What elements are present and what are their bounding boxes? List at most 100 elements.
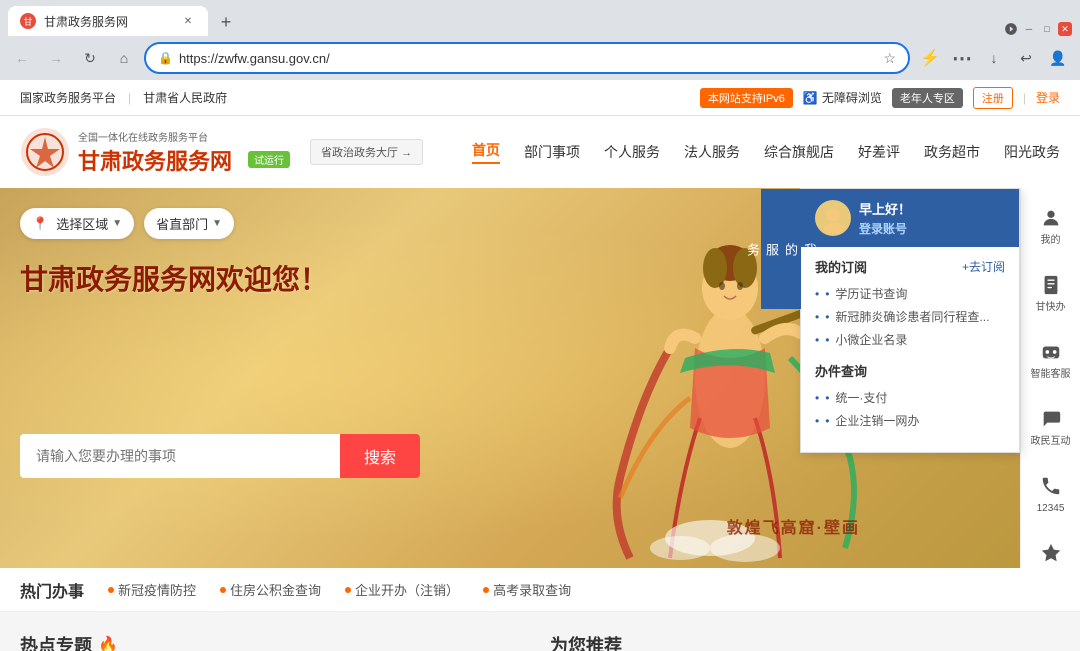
hot-item-3[interactable]: 高考录取查询 [483, 580, 571, 599]
recommend-title: 为您推荐 [550, 632, 1060, 651]
barrier-free-icon: ♿ [803, 91, 818, 105]
download-icon[interactable]: ↓ [980, 44, 1008, 72]
new-tab-button[interactable]: + [212, 8, 240, 36]
service-item-ganquban[interactable]: 甘快办 [1021, 263, 1080, 322]
case-item[interactable]: •统一·支付 [815, 386, 1005, 409]
order-item[interactable]: •小微企业名录 [815, 328, 1005, 351]
my-services-popup: 我的服务 早上好！ 登录账号 我的 [800, 188, 1020, 453]
case-section-header: 办件查询 [815, 361, 1005, 380]
phone-icon [1037, 472, 1065, 500]
popup-login-link[interactable]: 登录账号 [859, 220, 911, 237]
address-input-wrap[interactable]: 🔒 https://zwfw.gansu.gov.cn/ ☆ [144, 42, 910, 74]
orders-section-header: 我的订阅 +去订阅 [815, 257, 1005, 276]
address-bar: ← → ↻ ⌂ 🔒 https://zwfw.gansu.gov.cn/ ☆ ⚡… [0, 36, 1080, 80]
popup-body: 我的订阅 +去订阅 •学历证书查询 •新冠肺炎确诊患者同行程查... •小微企业… [801, 247, 1019, 452]
star-icon [1037, 539, 1065, 567]
service-ganquban-label: 甘快办 [1036, 302, 1066, 314]
search-input[interactable] [20, 434, 340, 478]
address-url[interactable]: https://zwfw.gansu.gov.cn/ [179, 51, 877, 66]
nav-legal[interactable]: 法人服务 [684, 142, 740, 162]
service-item-favorite[interactable]: 收藏 [1021, 531, 1080, 568]
tab-title: 甘肃政务服务网 [44, 13, 172, 30]
location-dropdown[interactable]: 📍 选择区域 ▼ [20, 208, 134, 239]
logo-subtitle: 全国一体化在线政务服务平台 [78, 129, 290, 144]
logo-area: 全国一体化在线政务服务平台 甘肃政务服务网 试运行 省政治政务大厅 → [20, 127, 423, 177]
extensions-icon[interactable]: ⚡ [916, 44, 944, 72]
case-item[interactable]: •企业注销一网办 [815, 409, 1005, 432]
ai-icon [1037, 338, 1065, 366]
service-item-mine[interactable]: 我的 [1021, 196, 1080, 255]
service-mine-label: 我的 [1041, 235, 1061, 247]
order-item[interactable]: •学历证书查询 [815, 282, 1005, 305]
hot-item-0[interactable]: 新冠疫情防控 [108, 580, 196, 599]
nav-personal[interactable]: 个人服务 [604, 142, 660, 162]
refresh-button[interactable]: ↻ [76, 44, 104, 72]
orders-list: •学历证书查询 •新冠肺炎确诊患者同行程查... •小微企业名录 [815, 282, 1005, 351]
hot-item-1[interactable]: 住房公积金查询 [220, 580, 321, 599]
order-item[interactable]: •新冠肺炎确诊患者同行程查... [815, 305, 1005, 328]
hero-controls: 📍 选择区域 ▼ 省直部门 ▼ [20, 208, 234, 239]
search-bar: 搜索 [20, 434, 420, 478]
national-platform-link[interactable]: 国家政务服务平台 [20, 89, 116, 106]
secure-icon: 🔒 [158, 51, 173, 65]
browser-settings-icon[interactable] [1004, 22, 1018, 36]
service-12345-label: 12345 [1037, 503, 1065, 515]
logo-text-wrap: 全国一体化在线政务服务平台 甘肃政务服务网 试运行 [78, 129, 290, 176]
nav-sunshine[interactable]: 阳光政务 [1004, 142, 1060, 162]
hero-section: 敦煌飞高窟·壁画 📍 选择区域 ▼ 省直部门 ▼ 甘肃政务 [0, 188, 1080, 568]
cases-list: •统一·支付 •企业注销一网办 [815, 386, 1005, 432]
interaction-icon [1037, 405, 1065, 433]
gov-hall-link[interactable]: 省政治政务大厅 → [310, 139, 423, 165]
mine-icon [1037, 204, 1065, 232]
close-button[interactable]: ✕ [1058, 22, 1072, 36]
home-button[interactable]: ⌂ [110, 44, 138, 72]
search-button[interactable]: 搜索 [340, 434, 420, 478]
toolbar-right: ⚡ ⋯ ↓ ↩ 👤 [916, 44, 1072, 72]
service-item-12345[interactable]: 12345 [1021, 464, 1080, 523]
undo-icon[interactable]: ↩ [1012, 44, 1040, 72]
back-button[interactable]: ← [8, 44, 36, 72]
case-section: 办件查询 •统一·支付 •企业注销一网办 [815, 361, 1005, 432]
orders-section: 我的订阅 +去订阅 •学历证书查询 •新冠肺炎确诊患者同行程查... •小微企业… [815, 257, 1005, 351]
browser-frame: 甘 甘肃政务服务网 ✕ + ─ □ ✕ ← → ↻ ⌂ 🔒 https://zw… [0, 0, 1080, 651]
service-item-interaction[interactable]: 政民互动 [1021, 397, 1080, 456]
service-interaction-label: 政民互动 [1031, 436, 1071, 448]
nav-flagship[interactable]: 综合旗舰店 [764, 142, 834, 162]
hot-item-2[interactable]: 企业开办（注销） [345, 580, 459, 599]
user-avatar [815, 200, 851, 236]
orders-title: 我的订阅 [815, 257, 867, 276]
elder-btn[interactable]: 老年人专区 [892, 88, 963, 108]
hot-dot-0 [108, 587, 114, 593]
barrier-free-section: ♿ 无障碍浏览 [803, 89, 882, 106]
my-services-tab[interactable]: 我的服务 [761, 189, 801, 309]
forward-button[interactable]: → [42, 44, 70, 72]
hot-dot-2 [345, 587, 351, 593]
profile-icon[interactable]: 👤 [1044, 44, 1072, 72]
tab-close-button[interactable]: ✕ [180, 13, 196, 29]
hero-calligraphy: 敦煌飞高窟·壁画 [727, 514, 860, 538]
nav-supermarket[interactable]: 政务超市 [924, 142, 980, 162]
hot-topics-title: 热点专题 🔥 [20, 632, 530, 651]
bookmark-star-icon[interactable]: ☆ [883, 50, 896, 67]
maximize-button[interactable]: □ [1040, 22, 1054, 36]
minimize-button[interactable]: ─ [1022, 22, 1036, 36]
browser-tab[interactable]: 甘 甘肃政务服务网 ✕ [8, 6, 208, 36]
subscribe-link[interactable]: +去订阅 [962, 258, 1005, 275]
services-sidebar: 我的 甘快办 智能客服 [1020, 188, 1080, 568]
top-divider: | [128, 91, 131, 105]
nav-home[interactable]: 首页 [472, 140, 500, 164]
hot-topics-section: 热点专题 🔥 留抵退税专区 投资项目 审批实战 工程建设 项目审批 一网通办 [20, 632, 530, 651]
site-header: 全国一体化在线政务服务平台 甘肃政务服务网 试运行 省政治政务大厅 → 首页 部… [0, 116, 1080, 188]
logo-emblem [20, 127, 70, 177]
more-menu-button[interactable]: ⋯ [948, 44, 976, 72]
fire-icon: 🔥 [98, 635, 118, 651]
register-button[interactable]: 注册 [973, 87, 1013, 109]
sections-row: 热点专题 🔥 留抵退税专区 投资项目 审批实战 工程建设 项目审批 一网通办 [0, 612, 1080, 651]
nav-dept[interactable]: 部门事项 [524, 142, 580, 162]
provincial-gov-link[interactable]: 甘肃省人民政府 [143, 89, 227, 106]
login-button[interactable]: 登录 [1036, 89, 1060, 106]
service-item-ai[interactable]: 智能客服 [1021, 330, 1080, 389]
hot-label: 热门办事 [20, 578, 84, 602]
dept-dropdown[interactable]: 省直部门 ▼ [144, 208, 234, 239]
nav-rating[interactable]: 好差评 [858, 142, 900, 162]
